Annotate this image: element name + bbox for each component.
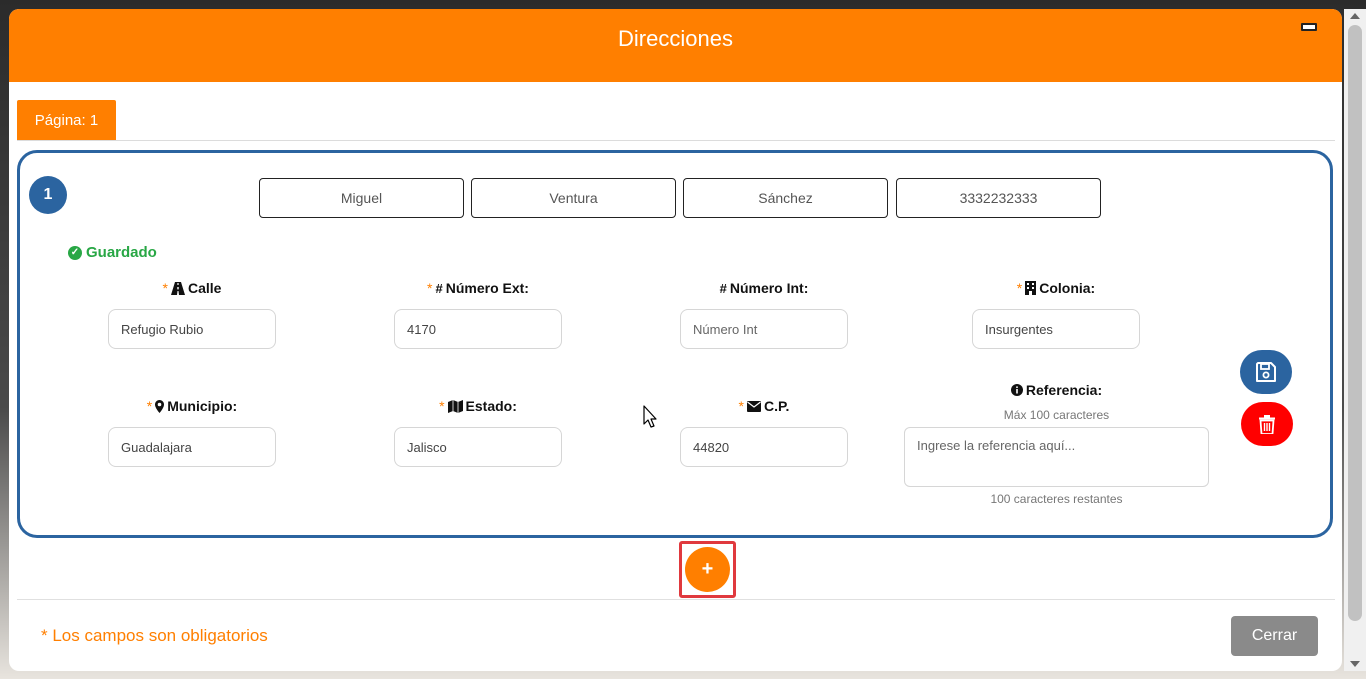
person-first-name: Miguel [259,178,464,218]
person-phone: 3332232333 [896,178,1101,218]
map-marker-icon [155,399,165,413]
colonia-input[interactable] [972,309,1140,349]
referencia-label-text: Referencia: [1025,382,1103,398]
trash-icon [1259,414,1275,434]
referencia-label: Referencia: [904,382,1209,398]
save-address-button[interactable] [1240,350,1292,394]
required-mark: * [427,280,433,296]
colonia-label-text: Colonia: [1039,280,1096,296]
numero-ext-input[interactable] [394,309,562,349]
page-scrollbar[interactable] [1344,9,1366,671]
close-button[interactable]: Cerrar [1231,616,1318,656]
estado-label-text: Estado: [465,398,517,414]
municipio-input[interactable] [108,427,276,467]
info-icon [1010,384,1023,396]
minimize-button[interactable] [1301,23,1317,31]
estado-label: * Estado: [394,398,562,414]
numero-ext-label: * # Número Ext: [394,280,562,296]
required-mark: * [738,398,744,414]
footer-divider [17,599,1335,600]
person-second-last-name: Sánchez [683,178,888,218]
addresses-modal: Direcciones Página: 1 1 Miguel Ventura S… [9,9,1342,671]
municipio-label: * Municipio: [108,398,276,414]
calle-label: * Calle [108,280,276,296]
road-icon [170,281,185,295]
required-mark: * [162,280,168,296]
scroll-up-icon[interactable] [1350,13,1360,19]
cp-input[interactable] [680,427,848,467]
municipio-label-text: Municipio: [167,398,238,414]
calle-input[interactable] [108,309,276,349]
required-mark: * [146,398,153,414]
required-mark: * [439,398,445,414]
hash-icon: # [435,280,443,296]
numero-ext-label-text: Número Ext: [445,280,529,296]
mouse-cursor-icon [643,405,657,428]
building-icon [1025,281,1037,295]
person-last-name: Ventura [471,178,676,218]
numero-int-label-text: Número Int: [729,280,809,296]
modal-header: Direcciones [9,9,1342,82]
map-icon [447,399,463,413]
cp-label-text: C.P. [764,398,790,414]
add-address-button[interactable]: + [685,547,730,592]
cp-label: * C.P. [680,398,848,414]
scroll-down-icon[interactable] [1350,661,1360,667]
status-saved: ✓ Guardado [68,244,157,261]
address-card: 1 Miguel Ventura Sánchez 3332232333 ✓ Gu… [17,150,1333,538]
add-address-highlight: + [679,541,736,598]
referencia-textarea[interactable] [904,427,1209,487]
delete-address-button[interactable] [1241,402,1293,446]
status-label: Guardado [86,244,157,261]
scroll-thumb[interactable] [1348,25,1362,621]
card-number-badge: 1 [29,176,67,214]
tab-page-1[interactable]: Página: 1 [17,100,116,140]
modal-title: Direcciones [618,25,733,51]
hash-icon: # [719,280,727,296]
colonia-label: * Colonia: [972,280,1140,296]
referencia-max-hint: Máx 100 caracteres [1003,408,1110,422]
required-mark: * [1016,280,1023,296]
required-fields-note: * Los campos son obligatorios [41,626,268,645]
page-tabs: Página: 1 [17,100,1335,141]
floppy-disk-icon [1256,362,1276,382]
numero-int-label: # Número Int: [680,280,848,296]
estado-input[interactable] [394,427,562,467]
numero-int-input[interactable] [680,309,848,349]
check-circle-icon: ✓ [68,245,82,260]
envelope-icon [747,400,761,412]
referencia-remaining: 100 caracteres restantes [990,492,1123,506]
calle-label-text: Calle [187,280,222,296]
